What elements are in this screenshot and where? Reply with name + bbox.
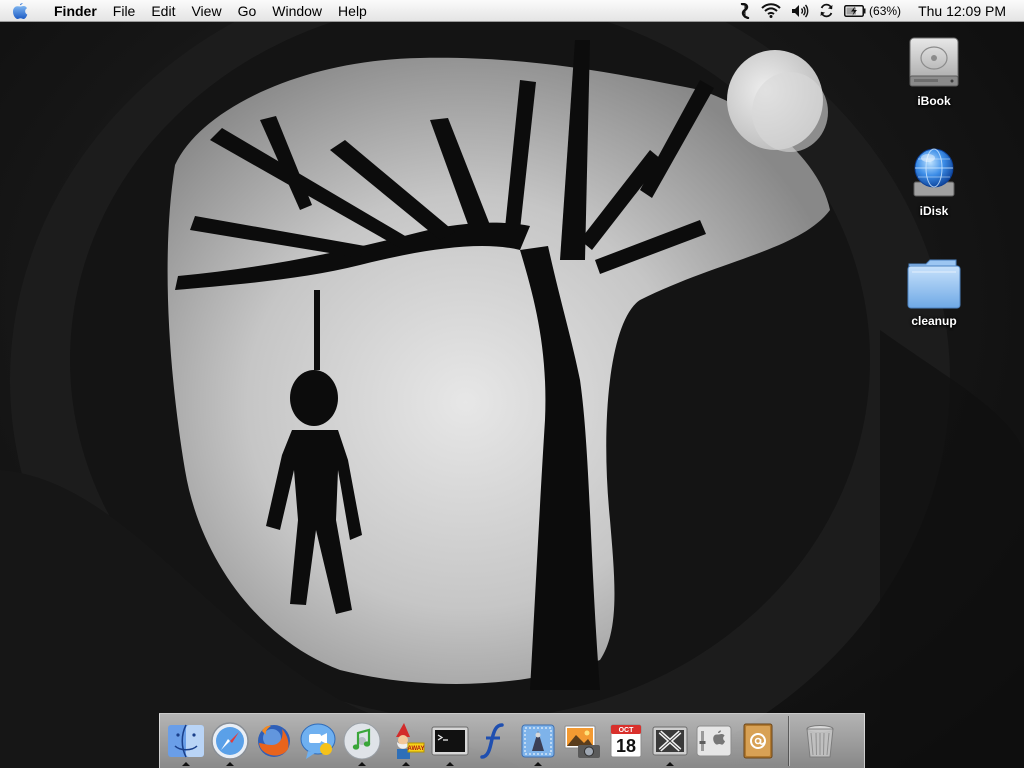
desktop-wallpaper	[0, 0, 1024, 768]
system-preferences-icon	[696, 725, 732, 757]
sync-icon	[820, 3, 833, 18]
address-book-icon	[743, 723, 773, 759]
menu-extras: (63%) Thu 12:09 PM	[734, 0, 1024, 22]
menu-finder[interactable]: Finder	[40, 0, 105, 22]
iphoto-icon	[564, 725, 600, 758]
x11-icon	[652, 726, 688, 756]
desktop-icon-ibook[interactable]: iBook	[889, 32, 979, 110]
running-indicator	[182, 762, 190, 766]
terminal-icon	[431, 726, 469, 756]
ical-day-label: 18	[616, 736, 636, 756]
dock-item-itunes[interactable]	[340, 716, 384, 766]
dock-item-iphoto[interactable]	[560, 716, 604, 766]
away-gnome-icon: AWAY	[396, 723, 425, 759]
safari-icon	[211, 722, 249, 760]
desktop-icon-label: iDisk	[919, 204, 949, 218]
dock-item-trash[interactable]	[798, 716, 842, 766]
desktop-icon-cleanup[interactable]: cleanup	[889, 252, 979, 330]
ichat-icon	[300, 723, 336, 759]
battery-icon	[844, 4, 866, 17]
dock-item-finder[interactable]	[164, 716, 208, 766]
script-menu-icon	[740, 2, 750, 19]
mail-icon	[521, 724, 555, 758]
dock-item-safari[interactable]	[208, 716, 252, 766]
wifi-icon	[761, 3, 781, 18]
fontographer-icon	[480, 723, 504, 759]
folder-icon	[907, 259, 961, 309]
dock-item-ical[interactable]: OCT 18	[604, 716, 648, 766]
battery-percentage: (63%)	[869, 3, 902, 18]
finder-icon	[168, 724, 204, 758]
menu-window[interactable]: Window	[264, 0, 330, 22]
dock-item-x11[interactable]	[648, 716, 692, 766]
menu-clock[interactable]: Thu 12:09 PM	[906, 0, 1018, 22]
dock-item-terminal[interactable]	[428, 716, 472, 766]
menu-file[interactable]: File	[105, 0, 144, 22]
dock-item-ichat[interactable]	[296, 716, 340, 766]
desktop-icon-label: cleanup	[911, 314, 957, 328]
dock: AWAY OCT 18	[159, 713, 865, 768]
running-indicator	[226, 762, 234, 766]
idisk-icon	[913, 148, 955, 197]
dock-item-mail[interactable]	[516, 716, 560, 766]
script-menu[interactable]	[734, 0, 756, 22]
battery-menu[interactable]: (63%)	[839, 0, 906, 22]
trash-icon	[806, 725, 834, 758]
dock-item-firefox[interactable]	[252, 716, 296, 766]
menu-bar: Finder File Edit View Go Window Help (63…	[0, 0, 1024, 22]
running-indicator	[402, 762, 410, 766]
apple-logo-icon	[13, 2, 28, 19]
running-indicator	[358, 762, 366, 766]
menu-edit[interactable]: Edit	[143, 0, 183, 22]
ical-icon: OCT 18	[610, 724, 642, 758]
menu-go[interactable]: Go	[230, 0, 265, 22]
hard-drive-icon	[909, 37, 959, 87]
desktop-icon-idisk[interactable]: iDisk	[889, 142, 979, 220]
running-indicator	[666, 762, 674, 766]
sync-menu[interactable]	[814, 0, 839, 22]
desktop-icon-label: iBook	[917, 94, 951, 108]
itunes-icon	[343, 722, 381, 760]
menu-help[interactable]: Help	[330, 0, 375, 22]
desktop[interactable]: Finder File Edit View Go Window Help (63…	[0, 0, 1024, 768]
dock-item-system-preferences[interactable]	[692, 716, 736, 766]
volume-menu[interactable]	[786, 0, 814, 22]
menu-view[interactable]: View	[183, 0, 229, 22]
apple-menu-button[interactable]	[0, 0, 40, 22]
firefox-icon	[258, 725, 290, 757]
dock-item-away-gnome[interactable]: AWAY	[384, 716, 428, 766]
volume-icon	[792, 4, 809, 17]
wifi-menu[interactable]	[756, 0, 786, 22]
ical-month-label: OCT	[619, 727, 635, 734]
dock-item-fontographer[interactable]	[472, 716, 516, 766]
running-indicator	[534, 762, 542, 766]
dock-item-address-book[interactable]	[736, 716, 780, 766]
svg-text:AWAY: AWAY	[407, 746, 424, 752]
running-indicator	[446, 762, 454, 766]
dock-separator	[788, 716, 790, 766]
